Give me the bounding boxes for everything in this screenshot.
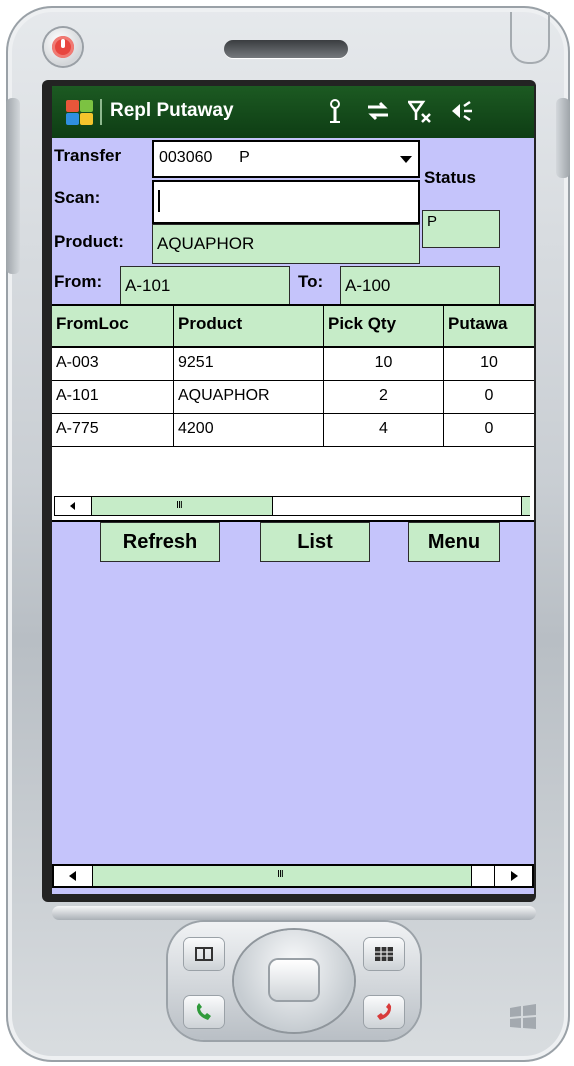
transfer-label: Transfer <box>54 146 122 165</box>
ok-key[interactable] <box>364 938 404 970</box>
ok-grid-icon <box>375 947 393 961</box>
cell-fromloc: A-775 <box>52 414 174 446</box>
status-icons <box>324 98 472 126</box>
scroll-grip: III <box>277 869 284 880</box>
cell-product: 9251 <box>174 348 324 380</box>
earpiece-speaker <box>224 40 348 58</box>
side-button-right[interactable] <box>556 98 570 178</box>
scroll-thumb[interactable]: III <box>91 497 273 515</box>
transfer-grid[interactable]: FromLoc Product Pick Qty Putawa A-003 92… <box>52 304 534 522</box>
call-key[interactable] <box>184 996 224 1028</box>
app-title: Repl Putaway <box>110 100 234 121</box>
menu-button[interactable]: Menu <box>408 522 500 562</box>
cell-fromloc: A-101 <box>52 381 174 413</box>
windows-mark-icon <box>508 1004 538 1030</box>
cell-pick-qty: 2 <box>324 381 444 413</box>
cell-product: 4200 <box>174 414 324 446</box>
cell-putaway: 10 <box>480 354 498 371</box>
start-key[interactable] <box>184 938 224 970</box>
column-header-putaway[interactable]: Putawa <box>444 306 534 346</box>
signal-off-icon[interactable] <box>406 98 431 124</box>
transfer-select[interactable]: 003060 P <box>152 140 420 178</box>
grid-header: FromLoc Product Pick Qty Putawa <box>52 306 534 348</box>
table-row[interactable]: A-003 9251 10 10 <box>52 348 534 381</box>
sync-icon[interactable] <box>366 98 388 124</box>
scroll-track[interactable] <box>471 866 494 886</box>
product-label: Product: <box>54 232 124 251</box>
dpad-center-button[interactable] <box>270 960 318 1000</box>
power-icon <box>52 36 74 58</box>
cell-fromloc: A-003 <box>52 348 174 380</box>
end-call-icon <box>377 1003 392 1020</box>
softkey-bar[interactable] <box>52 906 536 920</box>
scroll-thumb[interactable]: III <box>93 866 471 886</box>
form-horizontal-scrollbar[interactable]: III <box>52 864 534 888</box>
refresh-button[interactable]: Refresh <box>100 522 220 562</box>
cell-putaway: 0 <box>484 387 494 404</box>
cell-pick-qty: 4 <box>324 414 444 446</box>
text-caret <box>158 190 160 212</box>
hardware-navigation <box>52 906 536 1056</box>
column-header-product[interactable]: Product <box>174 306 324 346</box>
scan-label: Scan: <box>54 188 101 207</box>
speaker-icon[interactable] <box>450 98 472 124</box>
list-button[interactable]: List <box>260 522 370 562</box>
screen: Repl Putaway Transfer 003060 P Status Sc… <box>52 86 534 894</box>
from-field[interactable]: A-101 <box>120 266 290 306</box>
chevron-down-icon[interactable] <box>400 156 412 163</box>
scroll-grip: III <box>176 500 183 511</box>
cell-pick-qty: 10 <box>324 348 444 380</box>
table-row[interactable]: A-775 4200 4 0 <box>52 414 534 447</box>
windows-logo-icon[interactable] <box>64 98 94 126</box>
cell-putaway: 0 <box>484 420 494 437</box>
status-field[interactable]: P <box>422 210 500 248</box>
from-label: From: <box>54 272 103 291</box>
transfer-value: 003060 P <box>159 149 250 166</box>
column-header-fromloc[interactable]: FromLoc <box>52 306 174 346</box>
side-button-left[interactable] <box>6 98 20 274</box>
start-icon <box>195 947 213 961</box>
status-label: Status <box>424 168 476 187</box>
scroll-left-button[interactable] <box>54 866 93 886</box>
title-separator <box>100 99 102 125</box>
end-call-key[interactable] <box>364 996 404 1028</box>
table-row[interactable]: A-101 AQUAPHOR 2 0 <box>52 381 534 414</box>
antenna-icon[interactable] <box>324 98 346 124</box>
scroll-left-button[interactable] <box>55 497 91 515</box>
scan-input[interactable] <box>152 180 420 224</box>
call-icon <box>196 1003 211 1020</box>
to-field[interactable]: A-100 <box>340 266 500 306</box>
product-field[interactable]: AQUAPHOR <box>152 224 420 264</box>
scroll-right-edge[interactable] <box>521 497 530 515</box>
scroll-right-button[interactable] <box>494 866 533 886</box>
column-header-pick-qty[interactable]: Pick Qty <box>324 306 444 346</box>
grid-horizontal-scrollbar[interactable]: III <box>54 496 530 516</box>
to-label: To: <box>298 272 324 291</box>
power-button[interactable] <box>44 28 82 66</box>
title-bar: Repl Putaway <box>52 86 534 138</box>
stylus-slot <box>510 12 550 64</box>
cell-product: AQUAPHOR <box>174 381 324 413</box>
